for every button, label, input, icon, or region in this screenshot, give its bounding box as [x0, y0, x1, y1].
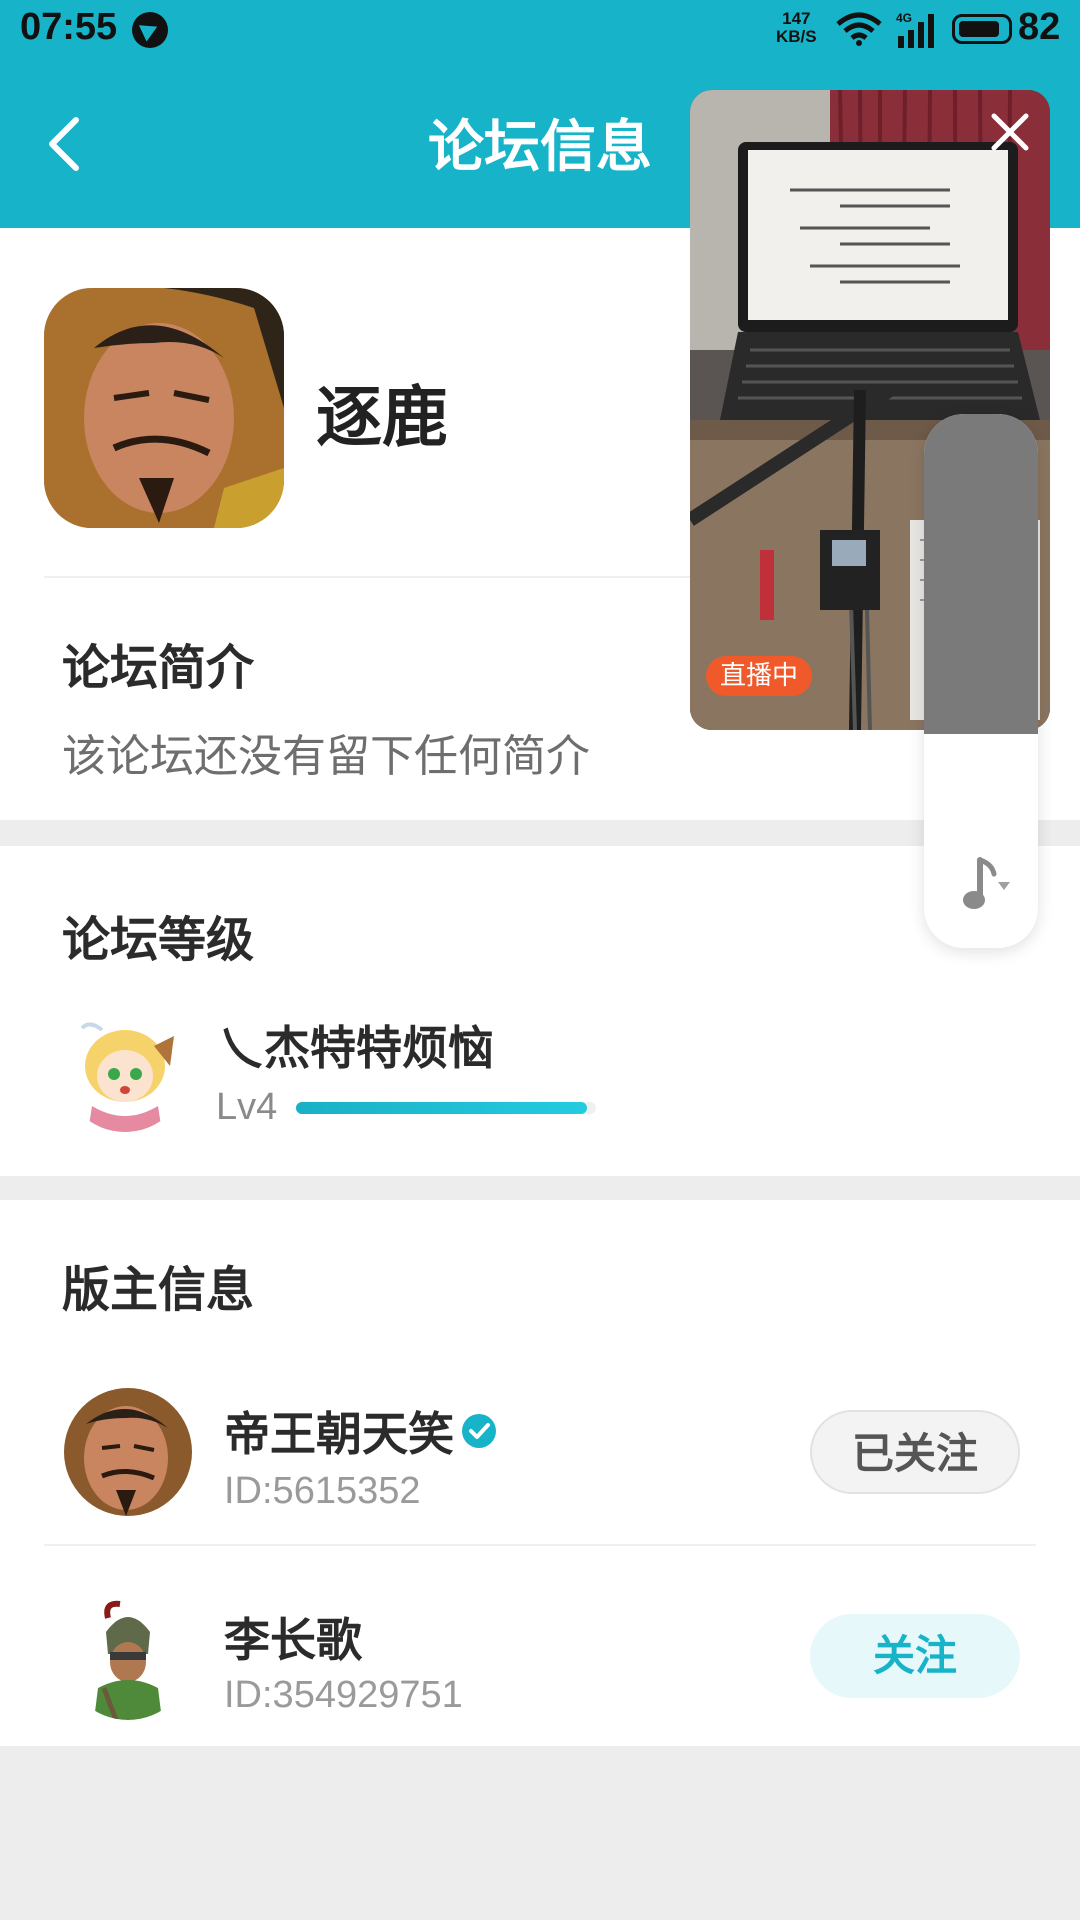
followed-button[interactable]: 已关注: [810, 1410, 1020, 1494]
avatar[interactable]: [64, 1388, 192, 1516]
level-user-name: 乀杰特特烦恼: [218, 1021, 494, 1075]
network-speed-unit: KB/S: [776, 27, 817, 46]
close-icon[interactable]: [988, 110, 1032, 154]
floating-panel-overlay: [924, 414, 1038, 734]
network-speed: 147 KB/S: [776, 10, 817, 46]
status-time: 07:55: [20, 6, 118, 48]
avatar[interactable]: [64, 1592, 192, 1720]
divider: [44, 1544, 1036, 1546]
battery-level: 82: [1018, 6, 1061, 48]
status-bar: 07:55 147 KB/S 4G 82: [0, 0, 1080, 60]
wifi-icon: [836, 12, 882, 46]
moderator-name: 帝王朝天笑: [224, 1407, 454, 1461]
follow-button[interactable]: 关注: [810, 1614, 1020, 1698]
battery-icon: [952, 14, 1012, 44]
live-badge: 直播中: [706, 656, 813, 696]
moderator-section-title: 版主信息: [62, 1262, 255, 1318]
level-progress-fill: [296, 1102, 587, 1114]
level-badge: Lv4: [216, 1086, 278, 1128]
moderator-card: 版主信息 帝王朝天笑 ID:5615352 已关注 李长歌 ID:3549297…: [0, 1200, 1080, 1746]
network-type: 4G: [896, 11, 912, 25]
intro-text: 该论坛还没有留下任何简介: [62, 731, 590, 782]
level-progress-bar: [296, 1102, 596, 1114]
music-note-icon[interactable]: [962, 854, 1012, 914]
forum-level-card: 论坛等级 乀杰特特烦恼 Lv4: [0, 846, 1080, 1176]
intro-section-title: 论坛简介: [62, 640, 255, 696]
forum-avatar: [44, 288, 284, 528]
moderator-id: ID:5615352: [224, 1470, 421, 1512]
level-section-title: 论坛等级: [62, 912, 255, 968]
moderator-id: ID:354929751: [224, 1674, 463, 1716]
moderator-name: 李长歌: [224, 1613, 362, 1667]
level-user-avatar[interactable]: [62, 1006, 188, 1132]
forum-name: 逐鹿: [316, 379, 448, 456]
cellular-signal-icon: 4G: [896, 11, 934, 48]
vpn-shield-icon: [132, 12, 168, 48]
floating-side-panel[interactable]: [924, 414, 1038, 948]
verified-badge-icon: [462, 1414, 496, 1448]
network-speed-value: 147: [782, 9, 811, 28]
